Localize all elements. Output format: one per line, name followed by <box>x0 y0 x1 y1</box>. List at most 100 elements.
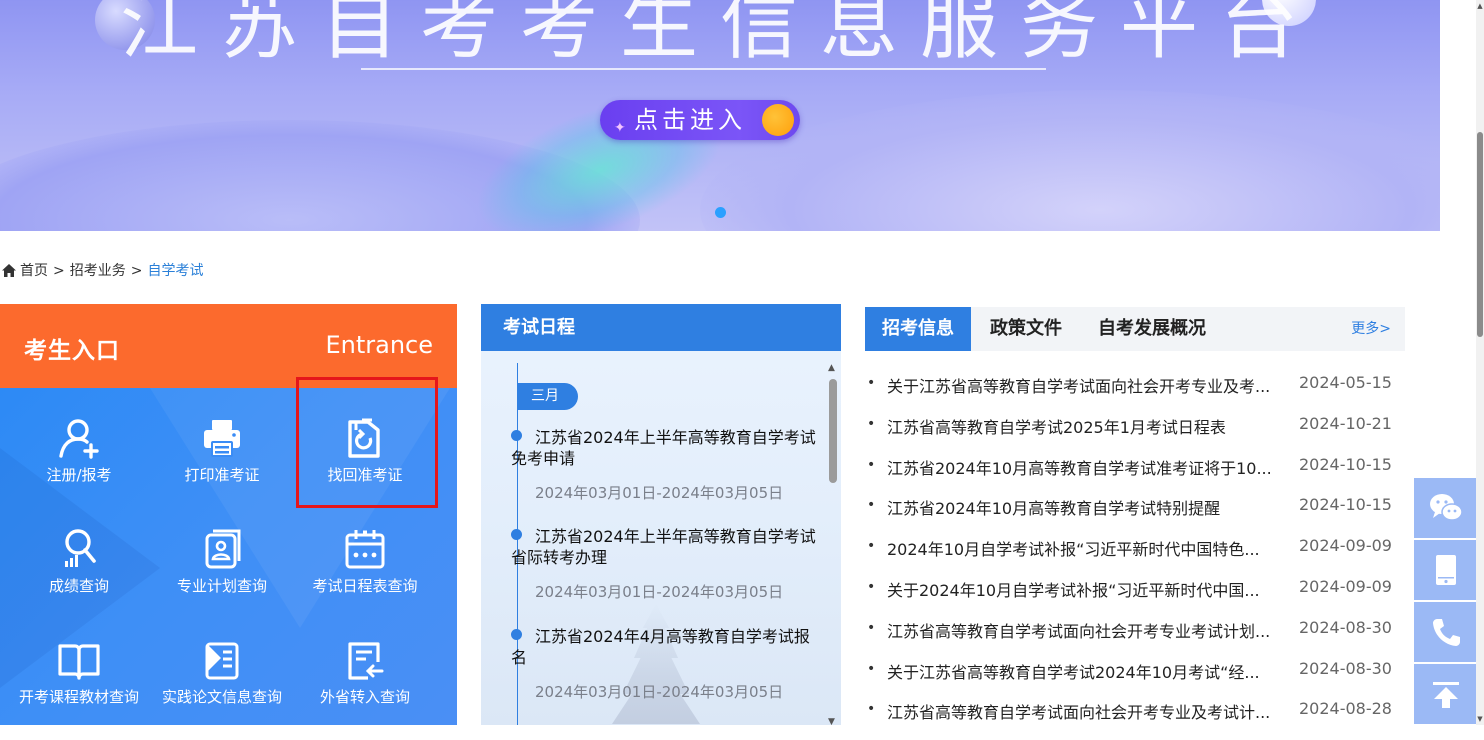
practice-thesis-tile[interactable]: 实践论文信息查询 <box>147 638 297 725</box>
transfer-in-icon <box>348 642 384 680</box>
major-plan-tile[interactable]: 专业计划查询 <box>147 527 297 627</box>
news-tabs: 招考信息 政策文件 自考发展概况 更多> <box>865 307 1405 351</box>
print-admission-tile[interactable]: 打印准考证 <box>147 416 297 516</box>
news-list: • 关于江苏省高等教育自学考试面向社会开考专业及考... 2024-05-15 • 江… <box>865 373 1405 740</box>
bullet-icon: • <box>867 701 876 718</box>
tile-label: 实践论文信息查询 <box>161 688 282 706</box>
tile-label: 找回准考证 <box>327 466 403 484</box>
news-item[interactable]: • 江苏省高等教育自学考试面向社会开考专业考试计划... 2024-08-30 <box>865 618 1405 659</box>
recover-document-icon <box>348 418 380 458</box>
schedule-item[interactable]: 江苏省2024年上半年高等教育自学考试省际转考办理 2024年03月01日-20… <box>511 526 816 602</box>
register-apply-tile[interactable]: 注册/报考 <box>4 416 154 516</box>
tab-policy-docs[interactable]: 政策文件 <box>990 307 1062 351</box>
schedule-item-date: 2024年03月01日-2024年03月05日 <box>535 683 784 701</box>
schedule-item-date: 2024年03月01日-2024年03月05日 <box>535 484 784 502</box>
tile-label: 开考课程教材查询 <box>18 688 139 706</box>
carousel-indicator[interactable] <box>715 207 726 218</box>
news-panel: 招考信息 政策文件 自考发展概况 更多> • 关于江苏省高等教育自学考试面向社会开… <box>865 307 1405 725</box>
score-query-tile[interactable]: 成绩查询 <box>4 527 154 627</box>
news-date: 2024-08-30 <box>1299 617 1392 637</box>
tab-development-overview[interactable]: 自考发展概况 <box>1098 307 1206 351</box>
timeline-dot-icon <box>511 430 522 441</box>
news-date: 2024-09-09 <box>1299 576 1392 596</box>
news-item[interactable]: • 江苏省高等教育自学考试2025年1月考试日程表 2024-10-21 <box>865 414 1405 455</box>
news-item[interactable]: • 关于2024年10月自学考试补报“习近平新时代中国... 2024-09-09 <box>865 577 1405 618</box>
banner: 江苏自考考生信息服务平台 ✦ 点击进入 <box>0 0 1440 231</box>
paper-list-icon <box>205 642 239 680</box>
sparkle-icon: ✦ <box>614 120 630 136</box>
news-item[interactable]: • 江苏省2024年10月高等教育自学考试准考证将于10... 2024-10-15 <box>865 455 1405 496</box>
tab-recruitment-info[interactable]: 招考信息 <box>865 307 971 351</box>
phone-button[interactable] <box>1414 602 1476 662</box>
schedule-item[interactable]: 江苏省2024年上半年高等教育自学考试免考申请 2024年03月01日-2024… <box>511 427 816 503</box>
timeline-dot-icon <box>511 629 522 640</box>
entrance-grid: 注册/报考 打印准考证 找回准考证 成绩查询 专业计划查询 考试日程表查询 开考… <box>0 388 457 725</box>
score-search-icon <box>65 529 96 567</box>
scroll-down-arrow-icon[interactable]: ▼ <box>828 717 835 725</box>
scroll-up-arrow-icon[interactable]: ▲ <box>828 363 835 373</box>
bullet-icon: • <box>867 415 876 432</box>
bullet-icon: • <box>867 578 876 595</box>
enter-button[interactable]: ✦ 点击进入 <box>600 100 800 140</box>
news-item[interactable]: • 关于江苏省高等教育自学考试2024年10月考试“经... 2024-08-30 <box>865 659 1405 700</box>
orange-dot-icon <box>762 104 794 136</box>
course-textbook-tile[interactable]: 开考课程教材查询 <box>4 638 154 725</box>
page-scrollbar-thumb[interactable] <box>1477 132 1483 337</box>
entrance-title: 考生入口 <box>24 338 120 364</box>
schedule-item-title: 江苏省2024年上半年高等教育自学考试免考申请 <box>511 428 816 468</box>
mobile-button[interactable] <box>1414 540 1476 600</box>
more-link[interactable]: 更多> <box>1351 307 1391 351</box>
schedule-item-title: 江苏省2024年上半年高等教育自学考试省际转考办理 <box>511 527 816 567</box>
news-date: 2024-05-15 <box>1299 373 1392 392</box>
news-item[interactable]: • 2024年10月自学考试补报“习近平新时代中国特色... 2024-09-09 <box>865 536 1405 577</box>
schedule-item-date: 2024年03月01日-2024年03月05日 <box>535 583 784 601</box>
news-date: 2024-09-09 <box>1299 536 1392 556</box>
exam-calendar-tile[interactable]: 考试日程表查询 <box>290 527 440 627</box>
news-title: 江苏省高等教育自学考试面向社会开考专业及考试计... <box>887 703 1271 723</box>
tile-label: 成绩查询 <box>48 577 109 595</box>
user-add-icon <box>59 419 99 459</box>
schedule-item[interactable]: 江苏省2024年4月高等教育自学考试报名 2024年03月01日-2024年03… <box>511 626 816 702</box>
news-title: 关于江苏省高等教育自学考试2024年10月考试“经... <box>887 662 1260 682</box>
tile-label: 专业计划查询 <box>176 577 267 595</box>
news-date: 2024-08-28 <box>1299 699 1392 719</box>
breadcrumb-separator: > <box>53 263 65 279</box>
news-title: 关于江苏省高等教育自学考试面向社会开考专业及考... <box>887 377 1271 396</box>
back-to-top-button[interactable] <box>1414 664 1476 724</box>
banner-divider <box>361 68 1046 70</box>
back-to-top-icon <box>1433 682 1459 708</box>
banner-wave <box>700 90 1440 231</box>
breadcrumb-separator: > <box>130 263 143 279</box>
breadcrumb-home[interactable]: 首页 <box>20 263 48 279</box>
page-scrollbar[interactable]: ▲ ▼ <box>1476 0 1484 725</box>
news-date: 2024-10-15 <box>1299 495 1392 515</box>
banner-title: 江苏自考考生信息服务平台 <box>119 0 1320 70</box>
wechat-icon <box>1430 494 1463 521</box>
news-title: 江苏省高等教育自学考试2025年1月考试日程表 <box>887 417 1226 437</box>
bullet-icon: • <box>867 456 876 473</box>
bullet-icon: • <box>867 538 876 555</box>
tile-label: 考试日程表查询 <box>312 577 418 595</box>
breadcrumb-recruitment[interactable]: 招考业务 <box>70 263 126 279</box>
tile-label: 外省转入查询 <box>319 688 410 706</box>
wechat-button[interactable] <box>1414 478 1476 538</box>
transfer-in-tile[interactable]: 外省转入查询 <box>290 638 440 725</box>
entrance-panel: 考生入口 Entrance 注册/报考 打印准考证 找回准考证 成绩查询 专业计… <box>0 304 457 725</box>
news-title: 江苏省2024年10月高等教育自学考试准考证将于10... <box>887 458 1272 478</box>
scroll-down-arrow-icon[interactable]: ▼ <box>1476 715 1484 723</box>
schedule-scrollbar-thumb[interactable] <box>829 379 837 483</box>
breadcrumb: 首页 > 招考业务 > 自学考试 <box>2 260 203 280</box>
phone-icon <box>1433 619 1460 646</box>
schedule-scrollbar[interactable]: ▲ ▼ <box>828 363 837 725</box>
news-item[interactable]: • 关于江苏省高等教育自学考试面向社会开考专业及考... 2024-05-15 <box>865 373 1405 414</box>
printer-icon <box>204 420 240 457</box>
breadcrumb-current: 自学考试 <box>147 263 204 279</box>
news-date: 2024-10-21 <box>1299 413 1392 433</box>
news-title: 2024年10月自学考试补报“习近平新时代中国特色... <box>887 540 1260 560</box>
news-item[interactable]: • 江苏省2024年10月高等教育自学考试特别提醒 2024-10-15 <box>865 495 1405 536</box>
scroll-up-arrow-icon[interactable]: ▲ <box>1476 2 1484 10</box>
news-item[interactable]: • 江苏省高等教育自学考试面向社会开考专业及考试计... 2024-08-28 <box>865 699 1405 740</box>
recover-admission-tile[interactable]: 找回准考证 <box>290 416 440 516</box>
news-title: 江苏省高等教育自学考试面向社会开考专业考试计划... <box>887 621 1271 641</box>
schedule-item-title: 江苏省2024年4月高等教育自学考试报名 <box>511 627 810 667</box>
